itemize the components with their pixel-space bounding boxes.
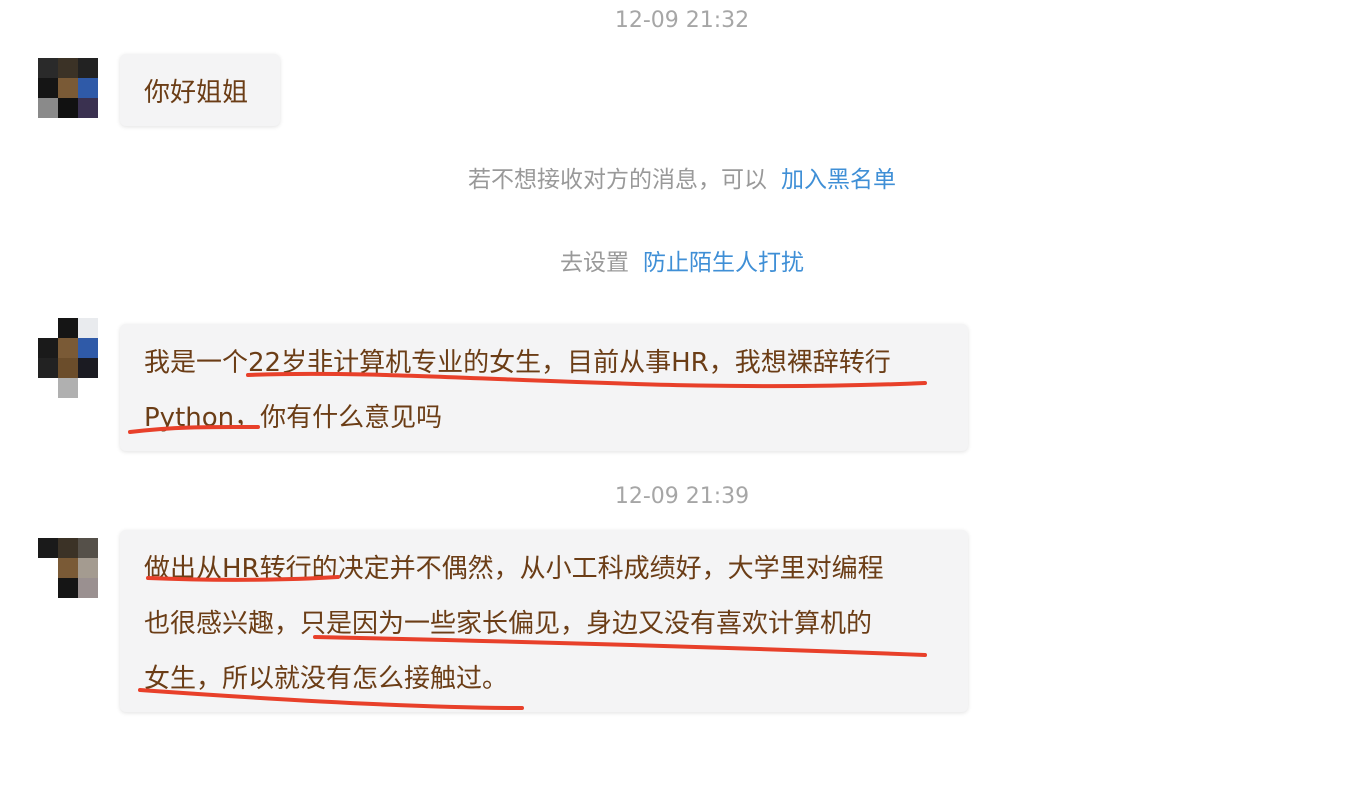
block-notice: 若不想接收对方的消息，可以 加入黑名单 bbox=[0, 160, 1356, 194]
message-text-line: 也很感兴趣，只是因为一些家长偏见，身边又没有喜欢计算机的 bbox=[144, 609, 873, 639]
avatar[interactable] bbox=[38, 58, 98, 118]
settings-text: 去设置 bbox=[560, 250, 629, 276]
stranger-notice: 去设置 防止陌生人打扰 bbox=[0, 243, 1356, 277]
avatar[interactable] bbox=[38, 318, 98, 398]
timestamp: 12-09 21:39 bbox=[614, 484, 750, 509]
message-text-line: 做出从HR转行的决定并不偶然，从小工科成绩好，大学里对编程 bbox=[144, 554, 884, 584]
avatar[interactable] bbox=[38, 538, 98, 598]
block-notice-text: 若不想接收对方的消息，可以 bbox=[468, 167, 767, 193]
message-text: 你好姐姐 bbox=[144, 78, 249, 108]
add-to-blacklist-link[interactable]: 加入黑名单 bbox=[781, 167, 896, 193]
message-bubble: 做出从HR转行的决定并不偶然，从小工科成绩好，大学里对编程 也很感兴趣，只是因为… bbox=[120, 530, 968, 712]
message-text-line: Python，你有什么意见吗 bbox=[144, 403, 443, 433]
message-text-line: 我是一个22岁非计算机专业的女生，目前从事HR，我想裸辞转行 bbox=[144, 348, 891, 378]
message-text-line: 女生，所以就没有怎么接触过。 bbox=[144, 664, 509, 694]
message-bubble: 我是一个22岁非计算机专业的女生，目前从事HR，我想裸辞转行 Python，你有… bbox=[120, 324, 968, 451]
prevent-strangers-link[interactable]: 防止陌生人打扰 bbox=[643, 250, 804, 276]
message-bubble: 你好姐姐 bbox=[120, 54, 280, 126]
timestamp: 12-09 21:32 bbox=[614, 8, 750, 33]
